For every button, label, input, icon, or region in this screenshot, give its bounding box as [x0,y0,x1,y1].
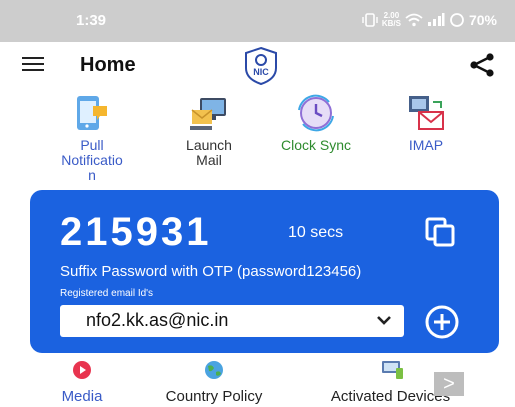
devices-icon [381,361,403,379]
pull-notification-button[interactable]: Pull Notificatio n [42,92,142,183]
country-policy-label: Country Policy [165,388,263,405]
email-label: Registered email Id's [60,288,154,299]
status-time: 1:39 [76,12,107,29]
otp-code: 215931 [60,210,212,254]
menu-icon[interactable] [22,57,44,73]
email-value: nfo2.kk.as@nic.in [86,310,229,330]
battery-level: 70% [468,12,497,28]
otp-hint: Suffix Password with OTP (password123456… [60,263,362,280]
share-icon[interactable] [468,52,496,78]
feature-row: Pull Notificatio n Launch Mail Clock Syn… [0,92,515,184]
app-bar: Home NIC [0,42,515,90]
clock-sync-icon [298,94,334,132]
imap-button[interactable]: IMAP [376,92,476,153]
media-label: Media [61,388,103,405]
next-button[interactable]: > [434,372,464,396]
status-indicators: 2.00 KB/S 70% [362,12,497,28]
otp-timer: 10 secs [288,224,344,241]
globe-icon [205,361,223,379]
clock-sync-button[interactable]: Clock Sync [266,92,366,153]
svg-text:NIC: NIC [253,67,269,77]
signal-icon [427,13,445,26]
vibrate-icon [362,13,378,27]
imap-label: IMAP [408,137,444,153]
pull-notification-label: Pull Notificatio n [61,137,123,183]
otp-card: 215931 10 secs Suffix Password with OTP … [30,190,499,353]
launch-mail-button[interactable]: Launch Mail [159,92,259,168]
nic-logo-icon: NIC [245,46,277,86]
launch-mail-icon [190,98,226,130]
battery-icon [450,13,464,27]
status-bar: 1:39 2.00 KB/S 70% [0,0,515,42]
add-email-icon[interactable] [424,304,460,340]
media-button[interactable]: Media [54,360,110,405]
copy-icon[interactable] [424,217,458,247]
page-title: Home [80,54,136,76]
bottom-row: Media Country Policy Activated Devices > [0,360,515,407]
imap-icon [409,96,444,130]
media-icon [73,361,91,379]
pull-notification-icon [77,96,107,130]
email-select[interactable]: nfo2.kk.as@nic.in [60,305,404,337]
launch-mail-label: Launch Mail [186,137,232,168]
country-policy-button[interactable]: Country Policy [148,360,280,405]
network-speed: 2.00 KB/S [381,11,401,28]
clock-sync-label: Clock Sync [280,137,352,153]
wifi-icon [405,13,423,27]
chevron-down-icon [377,316,391,325]
